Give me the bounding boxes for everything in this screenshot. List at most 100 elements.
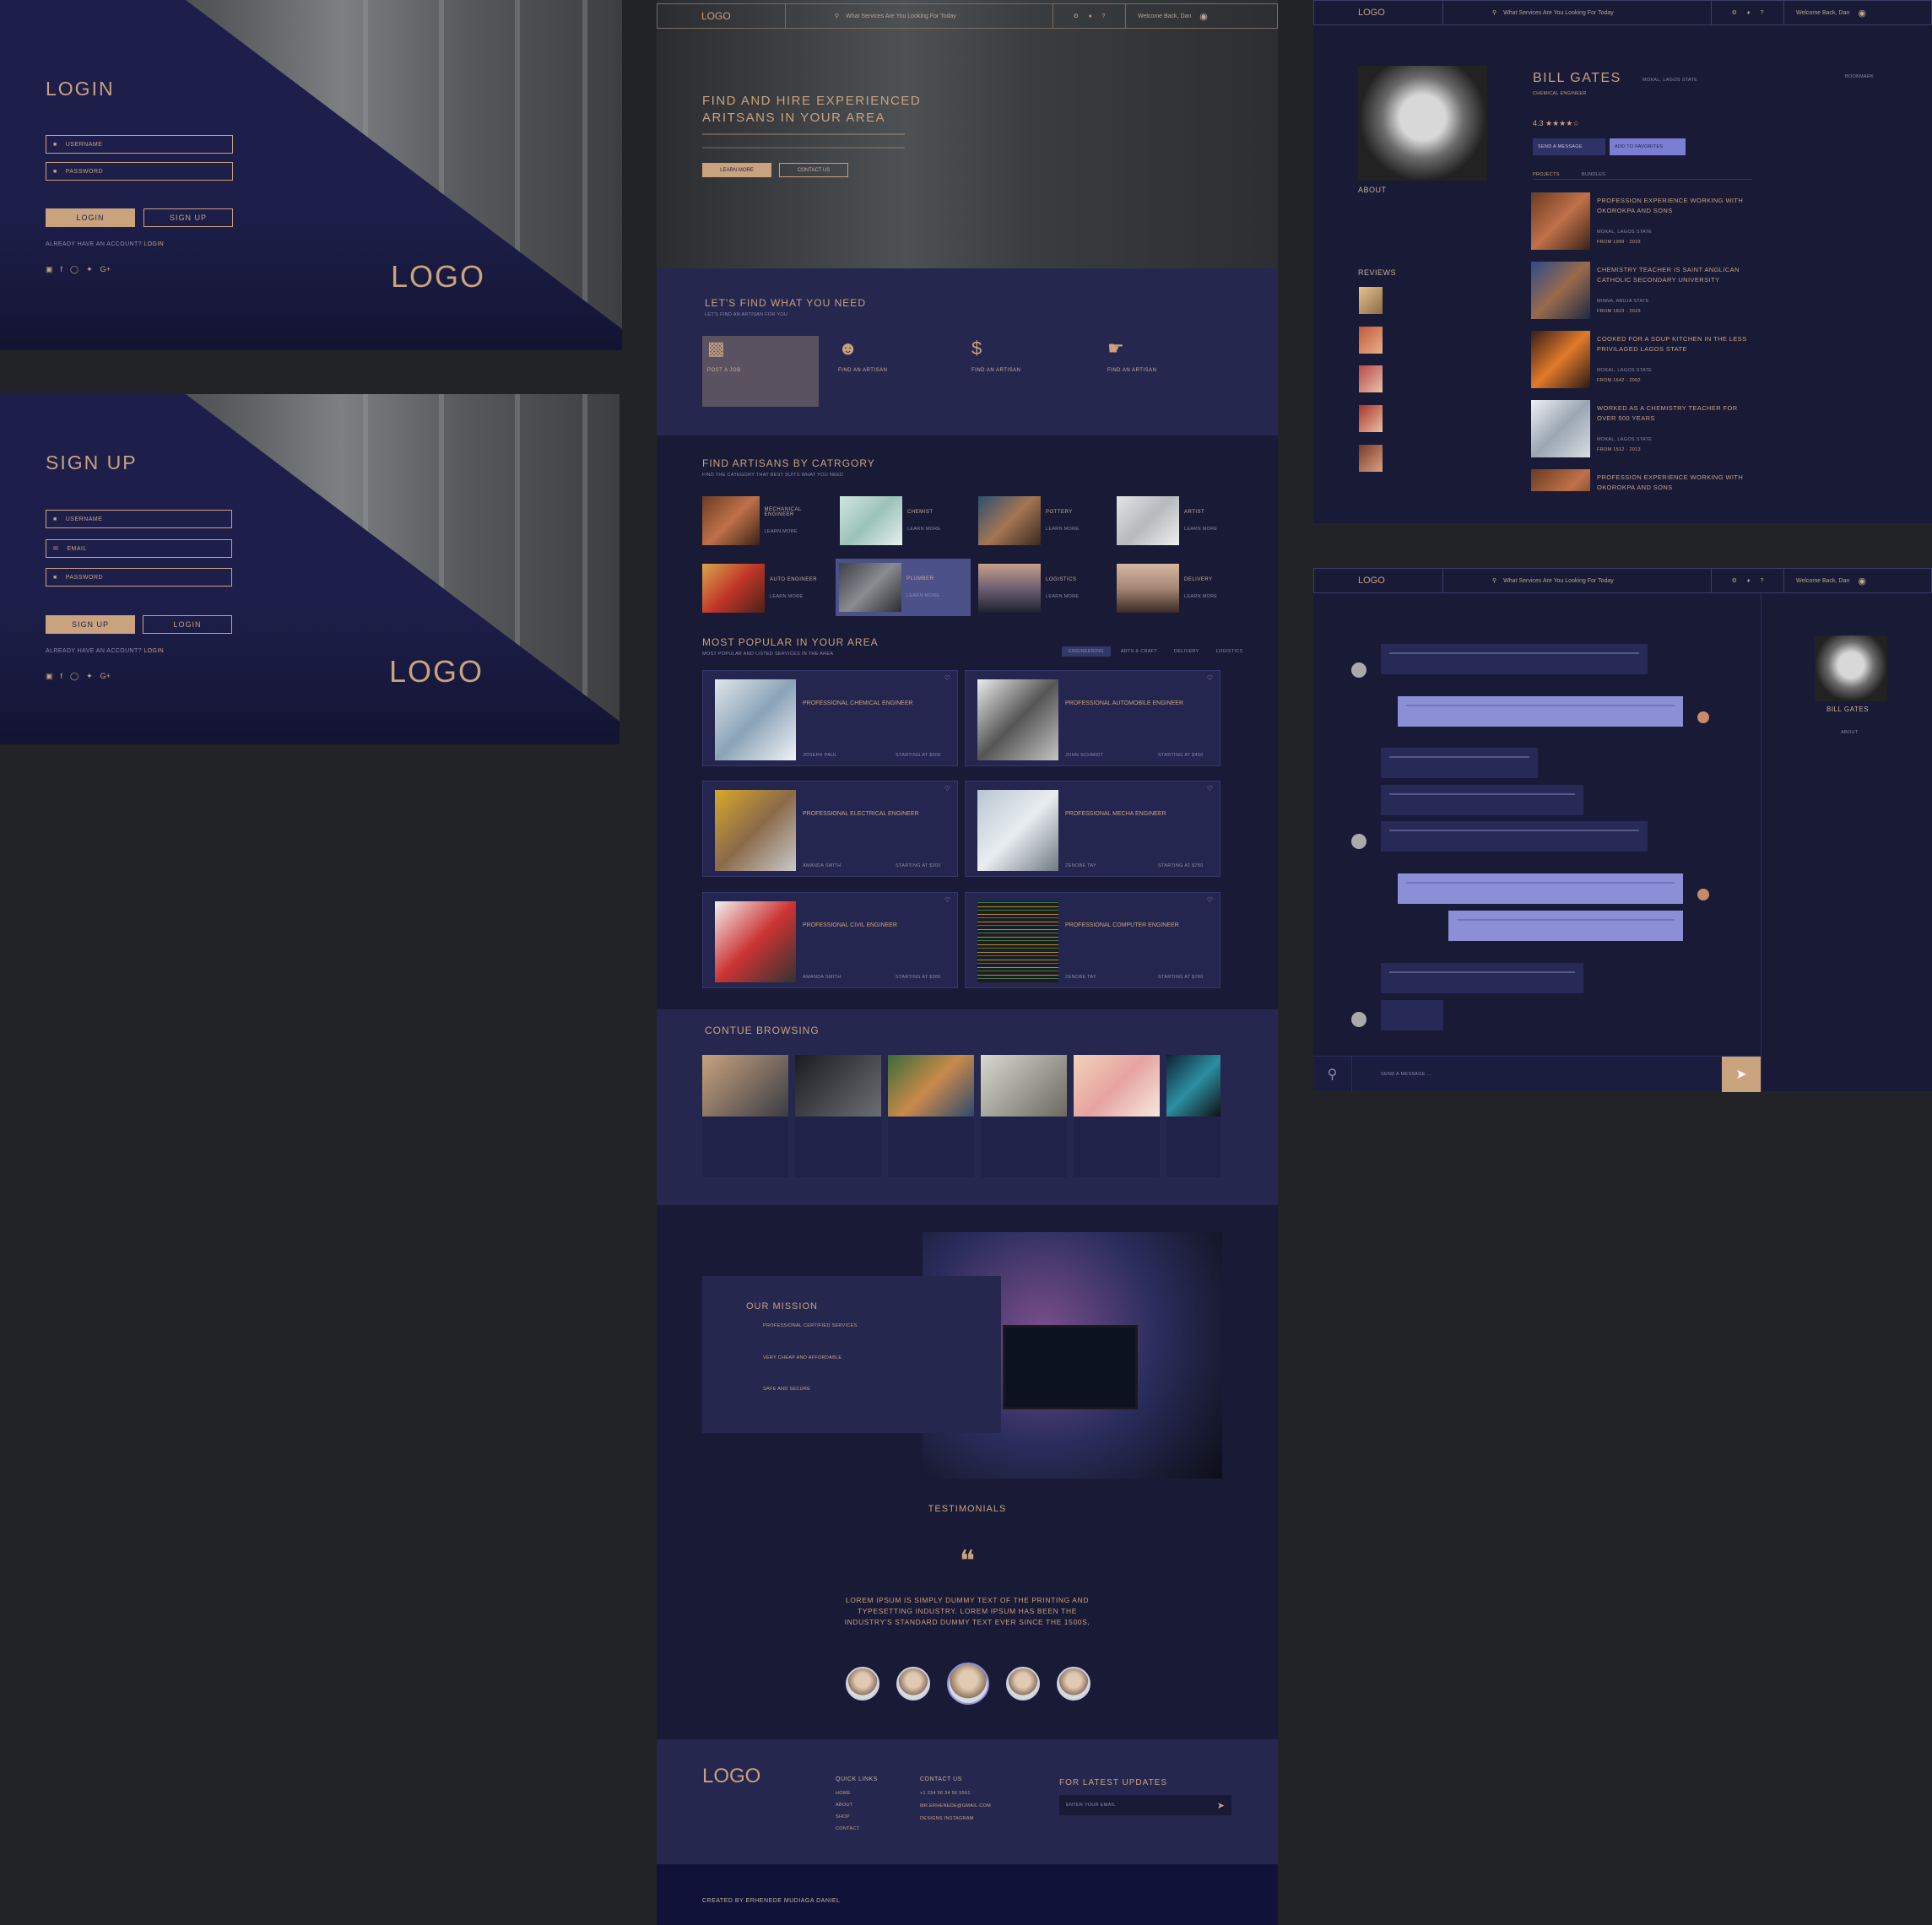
- project-item[interactable]: CHEMISTRY TEACHER IS SAINT ANGLICAN CATH…: [1531, 262, 1751, 319]
- popular-card[interactable]: PROFESSIONAL CHEMICAL ENGINEER JOSEPH PAU…: [702, 670, 958, 766]
- tab-logistics[interactable]: LOGISTICS: [1210, 646, 1250, 657]
- avatar[interactable]: [947, 1663, 989, 1705]
- login-link[interactable]: LOGIN: [143, 648, 164, 654]
- category-item[interactable]: DELIVERY LEARN MORE: [1117, 560, 1242, 616]
- facebook-icon[interactable]: f: [61, 265, 63, 274]
- nav-user[interactable]: Welcome Back, Dan ◉: [1126, 11, 1208, 22]
- google-plus-icon[interactable]: G+: [100, 672, 111, 681]
- find-card-dollar[interactable]: $ FIND AN ARTISAN: [970, 336, 1086, 407]
- popular-card[interactable]: PROFESSIONAL ELECTRICAL ENGINEER AMANDA S…: [702, 781, 958, 877]
- contact-instagram[interactable]: DESIGNS INSTAGRAM: [920, 1816, 974, 1821]
- tab-engineering[interactable]: ENGINEERING: [1062, 646, 1111, 657]
- browse-card[interactable]: [888, 1055, 974, 1177]
- heart-icon[interactable]: ♡: [1207, 674, 1213, 682]
- category-item[interactable]: PLUMBER LEARN MORE: [836, 559, 971, 616]
- project-item[interactable]: WORKED AS A CHEMISTRY TEACHER FOR OVER 5…: [1531, 400, 1751, 457]
- bell-icon[interactable]: ♦: [1747, 10, 1751, 16]
- tab-delivery[interactable]: DELIVERY: [1167, 646, 1206, 657]
- footer-link[interactable]: SHOP: [836, 1814, 850, 1820]
- nav-user[interactable]: Welcome Back, Dan ◉: [1784, 576, 1866, 587]
- signup-button[interactable]: SIGN UP: [143, 208, 233, 227]
- send-message-button[interactable]: SEND A MESSAGE: [1533, 138, 1605, 155]
- category-item[interactable]: POTTERY LEARN MORE: [978, 493, 1103, 549]
- footer-link[interactable]: ABOUT: [836, 1803, 852, 1808]
- browse-card[interactable]: [1074, 1055, 1160, 1177]
- popular-card[interactable]: PROFESSIONAL MECHA ENGINEER ZENOBE TAY STA…: [965, 781, 1220, 877]
- category-item[interactable]: MECHANICAL ENGINEER LEARN MORE: [702, 493, 827, 549]
- popular-card[interactable]: PROFESSIONAL AUTOMOBILE ENGINEER JOHN SCH…: [965, 670, 1220, 766]
- contact-email[interactable]: MR.ERHENEDE@GMAIL.COM: [920, 1803, 991, 1809]
- avatar[interactable]: [896, 1667, 930, 1701]
- avatar[interactable]: [1057, 1667, 1090, 1701]
- browse-card[interactable]: [981, 1055, 1067, 1177]
- password-field[interactable]: ■ PASSWORD: [46, 568, 232, 587]
- help-icon[interactable]: ?: [1760, 578, 1763, 584]
- add-favorites-button[interactable]: ADD TO FAVORITES: [1610, 138, 1686, 155]
- login-button[interactable]: LOGIN: [46, 208, 135, 227]
- help-icon[interactable]: ?: [1101, 14, 1105, 19]
- newsletter-input[interactable]: ENTER YOUR EMAIL ➤: [1059, 1795, 1231, 1815]
- heart-icon[interactable]: ♡: [944, 785, 950, 792]
- avatar[interactable]: [846, 1667, 879, 1701]
- send-icon[interactable]: ➤: [1722, 1057, 1761, 1092]
- bookmark-label[interactable]: BOOKMARK: [1845, 74, 1874, 79]
- settings-icon[interactable]: ⚙: [1732, 9, 1737, 16]
- footer-link[interactable]: CONTACT: [836, 1826, 859, 1831]
- search-bar[interactable]: ⚲ What Services Are You Looking For Today: [1443, 569, 1712, 592]
- avatar[interactable]: [1006, 1667, 1040, 1701]
- password-field[interactable]: ■ PASSWORD: [46, 162, 233, 181]
- popular-card[interactable]: PROFESSIONAL CIVIL ENGINEER AMANDA SMITH S…: [702, 892, 958, 988]
- nav-user[interactable]: Welcome Back, Dan ◉: [1784, 8, 1866, 19]
- browse-card[interactable]: [1166, 1055, 1220, 1177]
- find-card-artisan[interactable]: ☻ FIND AN ARTISAN: [836, 336, 953, 407]
- bell-icon[interactable]: ♦: [1747, 578, 1751, 584]
- twitter-icon[interactable]: ✦: [86, 265, 93, 274]
- heart-icon[interactable]: ♡: [1207, 785, 1213, 792]
- category-item[interactable]: CHEMIST LEARN MORE: [840, 493, 965, 549]
- nav-logo[interactable]: LOGO: [658, 4, 786, 28]
- footer-link[interactable]: HOME: [836, 1791, 851, 1796]
- login-link[interactable]: LOGIN: [143, 241, 164, 247]
- search-bar[interactable]: ⚲ What Services Are You Looking For Today: [1443, 1, 1712, 24]
- heart-icon[interactable]: ♡: [1207, 896, 1213, 904]
- chat-icon[interactable]: ▣: [46, 672, 53, 681]
- category-item[interactable]: AUTO ENGINEER LEARN MORE: [702, 560, 827, 616]
- message-input[interactable]: SEND A MESSAGE ...: [1381, 1072, 1431, 1077]
- popular-card[interactable]: PROFESSIONAL COMPUTER ENGINEER ZENOBE TAY…: [965, 892, 1220, 988]
- bell-icon[interactable]: ♦: [1089, 14, 1092, 19]
- username-field[interactable]: ■ USERNAME: [46, 510, 232, 528]
- contact-us-button[interactable]: CONTACT US: [779, 163, 848, 177]
- search-bar[interactable]: ⚲ What Services Are You Looking For Today: [786, 4, 1053, 28]
- instagram-icon[interactable]: ◯: [70, 265, 78, 274]
- signup-button[interactable]: SIGN UP: [46, 615, 135, 634]
- find-card-handshake[interactable]: ☛ FIND AN ARTISAN: [1106, 336, 1222, 407]
- browse-card[interactable]: [795, 1055, 881, 1177]
- tab-arts[interactable]: ARTS & CRAFT: [1114, 646, 1164, 657]
- twitter-icon[interactable]: ✦: [86, 672, 93, 681]
- find-card-post-job[interactable]: ▩ POST A JOB: [702, 336, 819, 407]
- tab-bundles[interactable]: BUNDLES: [1582, 172, 1605, 177]
- login-button[interactable]: LOGIN: [143, 615, 232, 634]
- heart-icon[interactable]: ♡: [944, 896, 950, 904]
- google-plus-icon[interactable]: G+: [100, 265, 111, 274]
- facebook-icon[interactable]: f: [61, 672, 63, 681]
- nav-logo[interactable]: LOGO: [1314, 569, 1443, 592]
- settings-icon[interactable]: ⚙: [1074, 13, 1079, 19]
- send-icon[interactable]: ➤: [1217, 1800, 1225, 1811]
- attach-icon[interactable]: ⚲: [1313, 1057, 1352, 1092]
- help-icon[interactable]: ?: [1760, 10, 1763, 16]
- instagram-icon[interactable]: ◯: [70, 672, 78, 681]
- project-item[interactable]: COOKED FOR A SOUP KITCHEN IN THE LESS PR…: [1531, 331, 1751, 388]
- chat-icon[interactable]: ▣: [46, 265, 53, 274]
- nav-logo[interactable]: LOGO: [1314, 1, 1443, 24]
- browse-card[interactable]: [702, 1055, 788, 1177]
- project-item[interactable]: PROFESSION EXPERIENCE WORKING WITH OKORO…: [1531, 192, 1751, 250]
- email-field[interactable]: ✉ EMAIL: [46, 539, 232, 558]
- learn-more-button[interactable]: LEARN MORE: [702, 163, 771, 177]
- category-item[interactable]: LOGISTICS LEARN MORE: [978, 560, 1103, 616]
- username-field[interactable]: ■ USERNAME: [46, 135, 233, 154]
- settings-icon[interactable]: ⚙: [1732, 577, 1737, 584]
- heart-icon[interactable]: ♡: [944, 674, 950, 682]
- project-item[interactable]: PROFESSION EXPERIENCE WORKING WITH OKORO…: [1531, 469, 1751, 491]
- category-item[interactable]: ARTIST LEARN MORE: [1117, 493, 1242, 549]
